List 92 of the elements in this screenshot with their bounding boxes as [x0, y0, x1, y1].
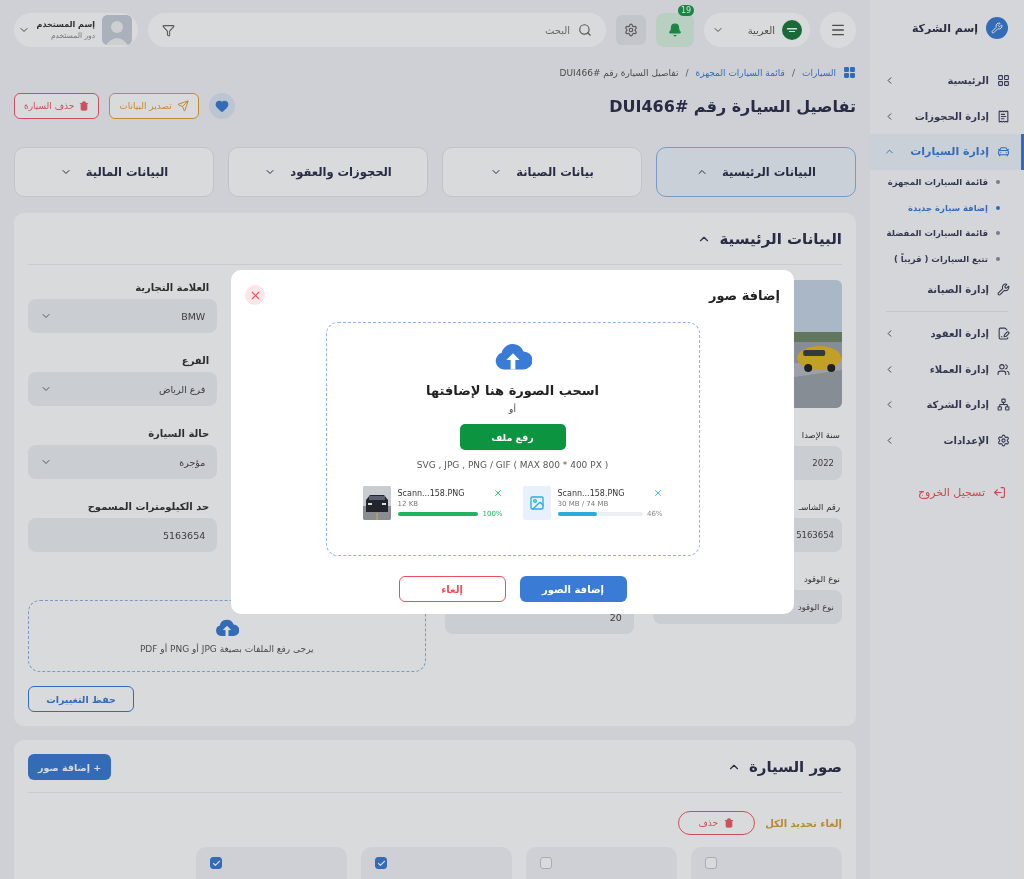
close-icon: [652, 488, 663, 499]
field-label: سنة الإصدا: [801, 430, 840, 440]
bullet-icon: [996, 231, 1000, 236]
checkbox[interactable]: [540, 857, 552, 869]
network-icon: [997, 398, 1010, 412]
user-name: إسم المستخدم: [36, 20, 95, 29]
sidebar-subitem[interactable]: تتبع السيارات ( قريباً ): [870, 246, 1024, 272]
field-label: حد الكيلومترات المسموح: [87, 501, 210, 512]
breadcrumb-separator: /: [685, 67, 689, 78]
close-icon: [492, 488, 503, 499]
menu-button[interactable]: [820, 12, 856, 48]
bullet-icon: [996, 205, 1000, 210]
select-field[interactable]: فرع الرياض: [28, 372, 218, 406]
select-field[interactable]: مؤجرة: [28, 445, 218, 479]
section-tab[interactable]: البيانات المالية: [14, 147, 214, 197]
settings-icon: [624, 23, 638, 37]
add-photos-button[interactable]: + إضافة صور: [28, 754, 112, 780]
receipt-icon: [997, 109, 1010, 123]
company-logo-icon: [986, 17, 1008, 39]
cancel-button[interactable]: إلغاء: [398, 576, 506, 602]
sidebar-item[interactable]: الرئيسية: [870, 63, 1024, 99]
save-button[interactable]: حفظ التغييرات: [28, 686, 134, 712]
image-icon: [528, 495, 545, 512]
company-name: إسم الشركة: [911, 21, 978, 35]
breadcrumb-separator: /: [791, 67, 795, 78]
breadcrumb-link[interactable]: قائمة السيارات المجهزة: [695, 67, 785, 78]
file-name: Scann...158.PNG: [557, 488, 625, 498]
search-input[interactable]: البحث: [372, 23, 572, 37]
sidebar-item[interactable]: إدارة العملاء: [870, 351, 1024, 387]
notifications-button[interactable]: [656, 13, 694, 47]
file-name: Scann...158.PNG: [397, 488, 465, 498]
close-button[interactable]: [245, 285, 265, 305]
input-field[interactable]: 5163654: [28, 518, 218, 552]
formats-hint: SVG , JPG , PNG / GIF ( MAX 800 * 400 PX ): [416, 460, 609, 471]
menu-icon: [830, 22, 846, 38]
document-edit-icon: [997, 327, 1010, 341]
breadcrumb-link[interactable]: السيارات: [801, 67, 836, 78]
checkbox[interactable]: [375, 857, 387, 869]
dropzone-heading: اسحب الصورة هنا لإضافتها: [426, 383, 599, 399]
car-icon: [997, 145, 1010, 159]
add-photos-button[interactable]: إضافة الصور: [519, 576, 627, 602]
section-tab[interactable]: الحجوزات والعقود: [228, 147, 428, 197]
language-selector[interactable]: العربية: [704, 13, 810, 47]
field-label: الفرع: [181, 355, 210, 366]
upload-hint: يرجى رفع الملفات بصيغة JPG أو PNG أو PDF: [139, 643, 314, 654]
field-label: رقم الشاسـ: [798, 502, 840, 512]
sidebar-subitem[interactable]: إضافة سيارة جديدة: [870, 195, 1024, 221]
filter-icon: [162, 23, 175, 37]
cloud-upload-icon: [214, 618, 239, 638]
bullet-icon: [996, 256, 1000, 261]
search-icon: [578, 23, 592, 37]
or-text: أو: [509, 404, 516, 415]
sidebar-item[interactable]: إدارة الصيانة: [870, 271, 1024, 307]
section-tab[interactable]: البيانات الرئيسية: [656, 147, 856, 197]
dialog-title: إضافة صور: [708, 287, 780, 303]
section-title: صور السيارة: [748, 758, 842, 776]
users-icon: [997, 362, 1010, 376]
field-label: نوع الوقود: [803, 574, 840, 584]
bell-icon: [668, 23, 682, 37]
checkbox[interactable]: [705, 857, 717, 869]
remove-file-button[interactable]: [652, 488, 663, 499]
page-title: تفاصيل السيارة رقم #DUI466: [609, 96, 856, 116]
logout-icon: [993, 485, 1006, 499]
select-field[interactable]: BMW: [28, 299, 218, 333]
cloud-upload-icon: [493, 341, 532, 372]
section-title: البيانات الرئيسية: [719, 229, 842, 248]
sidebar-item[interactable]: إدارة الشركة: [870, 387, 1024, 423]
upload-file-button[interactable]: رفع ملف: [459, 424, 566, 451]
sidebar-item[interactable]: إدارة العقود: [870, 316, 1024, 352]
search-bar[interactable]: البحث: [148, 13, 606, 47]
settings-icon: [997, 433, 1010, 447]
sidebar-item[interactable]: الإعدادات: [870, 422, 1024, 458]
breadcrumb-current: تفاصيل السيارة رقم #DUI466: [559, 67, 679, 78]
trash-icon: [79, 101, 90, 111]
checkbox[interactable]: [210, 857, 222, 869]
favorite-button[interactable]: [208, 93, 235, 119]
send-icon: [176, 100, 189, 112]
field-label: حالة السيارة: [148, 428, 210, 439]
flag-icon: [782, 20, 802, 40]
bullet-icon: [996, 180, 1000, 185]
field-label: العلامة التجارية: [135, 282, 210, 293]
wrench-icon: [997, 282, 1010, 296]
sidebar-subitem[interactable]: قائمة السيارات المفضلة: [870, 220, 1024, 246]
grid-icon: [843, 66, 856, 79]
grid-icon: [997, 74, 1010, 88]
section-tab[interactable]: بيانات الصيانة: [442, 147, 642, 197]
notification-count: 19: [678, 5, 695, 16]
trash-icon: [724, 818, 735, 828]
sidebar-item[interactable]: إدارة الحجوزات: [870, 98, 1024, 134]
remove-file-button[interactable]: [492, 488, 503, 499]
avatar: [102, 15, 132, 45]
settings-button[interactable]: [616, 15, 646, 45]
